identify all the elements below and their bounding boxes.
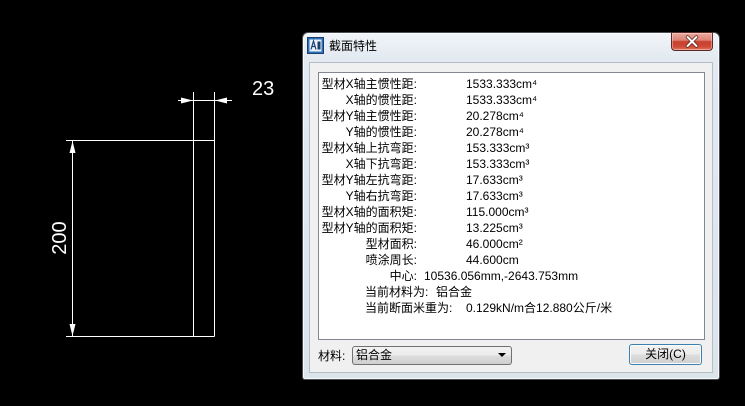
- property-value: 46.000cm²: [466, 237, 523, 251]
- property-value: 20.278cm⁴: [466, 125, 524, 139]
- property-value: 17.633cm³: [466, 189, 523, 203]
- close-button[interactable]: 关闭(C): [629, 344, 702, 365]
- property-label: X轴下抗弯距:: [345, 157, 417, 171]
- property-row[interactable]: 型材Y轴主惯性距: 20.278cm⁴: [319, 108, 704, 124]
- height-arrow-top: [69, 141, 76, 153]
- width-arrow-left: [181, 97, 193, 104]
- weight-per-meter-value: 0.129kN/m合12.880公斤/米: [466, 301, 613, 315]
- property-value: 44.600cm: [466, 253, 519, 267]
- property-value: 153.333cm³: [466, 157, 530, 171]
- width-dimension-text: 23: [252, 78, 274, 100]
- property-row[interactable]: X轴的惯性距: 1533.333cm⁴: [319, 92, 704, 108]
- weight-per-meter-row[interactable]: 当前断面米重为: 0.129kN/m合12.880公斤/米: [319, 300, 704, 316]
- property-label: 型材面积:: [365, 237, 417, 251]
- property-label: 型材X轴的面积矩:: [321, 205, 417, 219]
- property-row[interactable]: 型材X轴主惯性距: 1533.333cm⁴: [319, 76, 704, 92]
- property-value: 17.633cm³: [466, 173, 523, 187]
- property-value: 153.333cm³: [466, 141, 530, 155]
- app-icon: [307, 37, 324, 54]
- property-value: 1533.333cm⁴: [466, 77, 538, 91]
- property-row[interactable]: 喷涂周长: 44.600cm: [319, 252, 704, 268]
- weight-per-meter-label: 当前断面米重为:: [365, 301, 453, 315]
- property-row[interactable]: Y轴右抗弯距: 17.633cm³: [319, 188, 704, 204]
- property-label: 型材Y轴的面积矩:: [321, 221, 417, 235]
- client-area: 型材X轴主惯性距: 1533.333cm⁴ X轴的惯性距: 1533.333cm…: [309, 62, 713, 373]
- properties-list[interactable]: 型材X轴主惯性距: 1533.333cm⁴ X轴的惯性距: 1533.333cm…: [318, 72, 705, 340]
- dialog-title: 截面特性: [329, 39, 378, 53]
- property-label: Y轴的惯性距:: [345, 125, 417, 139]
- property-label: 型材Y轴主惯性距:: [321, 109, 417, 123]
- center-label: 中心:: [389, 269, 417, 283]
- property-row[interactable]: X轴下抗弯距: 153.333cm³: [319, 156, 704, 172]
- title-bar[interactable]: 截面特性: [303, 32, 719, 62]
- current-material-value: 铝合金: [436, 285, 473, 299]
- property-label: 型材Y轴左抗弯距:: [321, 173, 417, 187]
- property-row[interactable]: 型材Y轴左抗弯距: 17.633cm³: [319, 172, 704, 188]
- property-row[interactable]: Y轴的惯性距: 20.278cm⁴: [319, 124, 704, 140]
- chevron-down-icon: [498, 353, 506, 357]
- property-label: 型材X轴上抗弯距:: [321, 141, 417, 155]
- property-row[interactable]: 型材Y轴的面积矩: 13.225cm³: [319, 220, 704, 236]
- property-value: 13.225cm³: [466, 221, 523, 235]
- property-label: X轴的惯性距:: [345, 93, 417, 107]
- close-window-button[interactable]: [671, 32, 713, 51]
- center-row[interactable]: 中心: 10536.056mm,-2643.753mm: [319, 268, 704, 284]
- property-label: Y轴右抗弯距:: [345, 189, 417, 203]
- property-value: 20.278cm⁴: [466, 109, 524, 123]
- material-dropdown[interactable]: 铝合金: [352, 346, 512, 365]
- current-material-row[interactable]: 当前材料为: 铝合金: [319, 284, 704, 300]
- property-label: 型材X轴主惯性距:: [321, 77, 417, 91]
- close-icon: [685, 35, 699, 48]
- section-properties-dialog: 截面特性 型材X轴主惯性距: 1533.333cm⁴ X轴的惯性距: 1533.…: [302, 32, 720, 380]
- center-value: 10536.056mm,-2643.753mm: [424, 269, 579, 283]
- property-row[interactable]: 型材X轴上抗弯距: 153.333cm³: [319, 140, 704, 156]
- material-label: 材料:: [318, 349, 346, 363]
- current-material-label: 当前材料为:: [365, 285, 429, 299]
- property-value: 115.000cm³: [466, 205, 529, 219]
- height-arrow-bottom: [69, 324, 76, 336]
- material-selected-value: 铝合金: [356, 348, 393, 362]
- width-arrow-right: [215, 97, 227, 104]
- height-dimension-text: 200: [49, 221, 71, 254]
- property-row[interactable]: 型材面积: 46.000cm²: [319, 236, 704, 252]
- property-label: 喷涂周长:: [365, 253, 417, 267]
- property-row[interactable]: 型材X轴的面积矩: 115.000cm³: [319, 204, 704, 220]
- property-value: 1533.333cm⁴: [466, 93, 538, 107]
